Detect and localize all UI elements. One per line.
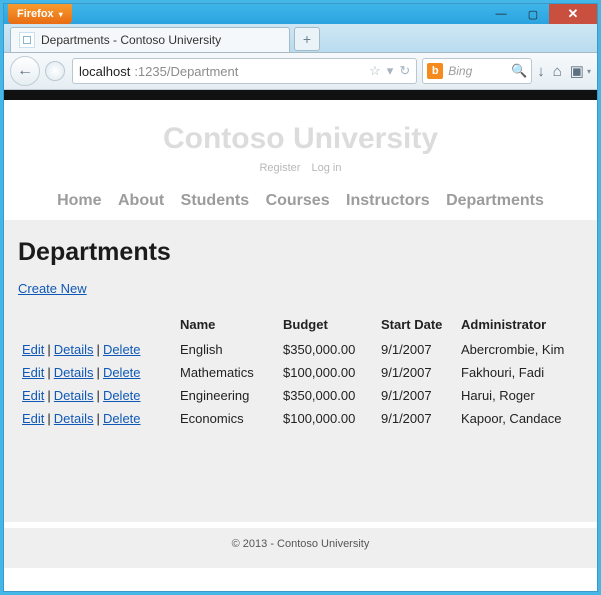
separator: | xyxy=(44,365,53,380)
toolbar-right: ↓ ⌂ ▣▾ xyxy=(537,62,591,80)
cell-name: Engineering xyxy=(176,384,279,407)
page-heading: Departments xyxy=(18,238,583,267)
table-row: Edit|Details|DeleteEconomics$100,000.009… xyxy=(18,407,583,430)
delete-link[interactable]: Delete xyxy=(103,388,141,403)
cell-admin: Abercrombie, Kim xyxy=(457,338,583,361)
tab-strip: Departments - Contoso University + xyxy=(4,24,597,53)
table-header-row: Name Budget Start Date Administrator xyxy=(18,314,583,338)
col-startdate: Start Date xyxy=(377,314,457,338)
firefox-menu-label: Firefox xyxy=(17,8,54,20)
cell-name: Economics xyxy=(176,407,279,430)
menu-about[interactable]: About xyxy=(118,192,164,209)
browser-tab[interactable]: Departments - Contoso University xyxy=(10,27,290,52)
page-favicon-icon xyxy=(19,32,35,48)
page-viewport: Contoso University Register Log in Home … xyxy=(4,90,597,591)
cell-budget: $100,000.00 xyxy=(279,361,377,384)
delete-link[interactable]: Delete xyxy=(103,342,141,357)
details-link[interactable]: Details xyxy=(54,365,94,380)
search-placeholder: Bing xyxy=(448,64,506,78)
separator: | xyxy=(44,411,53,426)
separator: | xyxy=(94,411,103,426)
register-link[interactable]: Register xyxy=(259,162,300,174)
create-new-link[interactable]: Create New xyxy=(18,281,87,296)
site-title: Contoso University xyxy=(4,122,597,156)
menu-instructors[interactable]: Instructors xyxy=(346,192,430,209)
edit-link[interactable]: Edit xyxy=(22,411,44,426)
delete-link[interactable]: Delete xyxy=(103,365,141,380)
url-host: localhost xyxy=(79,64,130,79)
cell-budget: $350,000.00 xyxy=(279,338,377,361)
cell-admin: Harui, Roger xyxy=(457,384,583,407)
separator: | xyxy=(94,388,103,403)
edit-link[interactable]: Edit xyxy=(22,342,44,357)
edit-link[interactable]: Edit xyxy=(22,388,44,403)
firefox-menu-button[interactable]: Firefox ▾ xyxy=(8,4,72,24)
edit-link[interactable]: Edit xyxy=(22,365,44,380)
cell-budget: $350,000.00 xyxy=(279,384,377,407)
login-link[interactable]: Log in xyxy=(312,162,342,174)
globe-icon xyxy=(45,61,65,81)
window-controls: — ▢ ✕ xyxy=(485,4,597,24)
separator: | xyxy=(44,342,53,357)
url-path: :1235/Department xyxy=(134,64,238,79)
downloads-icon[interactable]: ↓ xyxy=(537,63,545,80)
table-row: Edit|Details|DeleteEngineering$350,000.0… xyxy=(18,384,583,407)
menu-home[interactable]: Home xyxy=(57,192,101,209)
title-bar: Firefox ▾ — ▢ ✕ xyxy=(4,4,597,24)
cell-admin: Kapoor, Candace xyxy=(457,407,583,430)
search-input[interactable]: b Bing 🔍 xyxy=(422,58,532,84)
reload-icon[interactable]: ↻ xyxy=(399,63,410,79)
details-link[interactable]: Details xyxy=(54,342,94,357)
account-links: Register Log in xyxy=(4,162,597,174)
cell-name: English xyxy=(176,338,279,361)
col-name: Name xyxy=(176,314,279,338)
url-input[interactable]: localhost :1235/Department ☆ ▾ ↻ xyxy=(72,58,417,84)
browser-window: Firefox ▾ — ▢ ✕ Departments - Contoso Un… xyxy=(4,4,597,591)
top-stripe xyxy=(4,90,597,100)
minimize-button[interactable]: — xyxy=(485,4,517,24)
content-area: Departments Create New Name Budget Start… xyxy=(4,220,597,522)
table-row: Edit|Details|DeleteEnglish$350,000.009/1… xyxy=(18,338,583,361)
cell-startdate: 9/1/2007 xyxy=(377,338,457,361)
new-tab-button[interactable]: + xyxy=(294,27,320,51)
main-menu: Home About Students Courses Instructors … xyxy=(4,188,597,220)
menu-students[interactable]: Students xyxy=(181,192,249,209)
details-link[interactable]: Details xyxy=(54,411,94,426)
menu-courses[interactable]: Courses xyxy=(266,192,330,209)
back-button[interactable]: ← xyxy=(10,56,40,86)
tab-title: Departments - Contoso University xyxy=(41,33,221,47)
details-link[interactable]: Details xyxy=(54,388,94,403)
search-icon[interactable]: 🔍 xyxy=(511,63,527,79)
bing-icon: b xyxy=(427,63,443,79)
separator: | xyxy=(94,342,103,357)
cell-startdate: 9/1/2007 xyxy=(377,384,457,407)
navigation-bar: ← localhost :1235/Department ☆ ▾ ↻ b Bing… xyxy=(4,53,597,90)
col-admin: Administrator xyxy=(457,314,583,338)
delete-link[interactable]: Delete xyxy=(103,411,141,426)
cell-startdate: 9/1/2007 xyxy=(377,361,457,384)
chevron-down-icon[interactable]: ▾ xyxy=(587,67,591,76)
cell-startdate: 9/1/2007 xyxy=(377,407,457,430)
separator: | xyxy=(94,365,103,380)
col-actions xyxy=(18,314,176,338)
cell-name: Mathematics xyxy=(176,361,279,384)
page-footer: © 2013 - Contoso University xyxy=(4,522,597,568)
cell-admin: Fakhouri, Fadi xyxy=(457,361,583,384)
favorite-icon[interactable]: ☆ xyxy=(369,63,381,79)
separator: | xyxy=(44,388,53,403)
table-row: Edit|Details|DeleteMathematics$100,000.0… xyxy=(18,361,583,384)
url-dropdown-icon[interactable]: ▾ xyxy=(387,63,394,79)
chevron-down-icon: ▾ xyxy=(59,10,63,19)
cell-budget: $100,000.00 xyxy=(279,407,377,430)
maximize-button[interactable]: ▢ xyxy=(517,4,549,24)
bookmarks-icon[interactable]: ▣ xyxy=(570,62,584,80)
home-icon[interactable]: ⌂ xyxy=(553,63,562,80)
close-button[interactable]: ✕ xyxy=(549,4,597,24)
menu-departments[interactable]: Departments xyxy=(446,192,544,209)
departments-table: Name Budget Start Date Administrator Edi… xyxy=(18,314,583,430)
col-budget: Budget xyxy=(279,314,377,338)
